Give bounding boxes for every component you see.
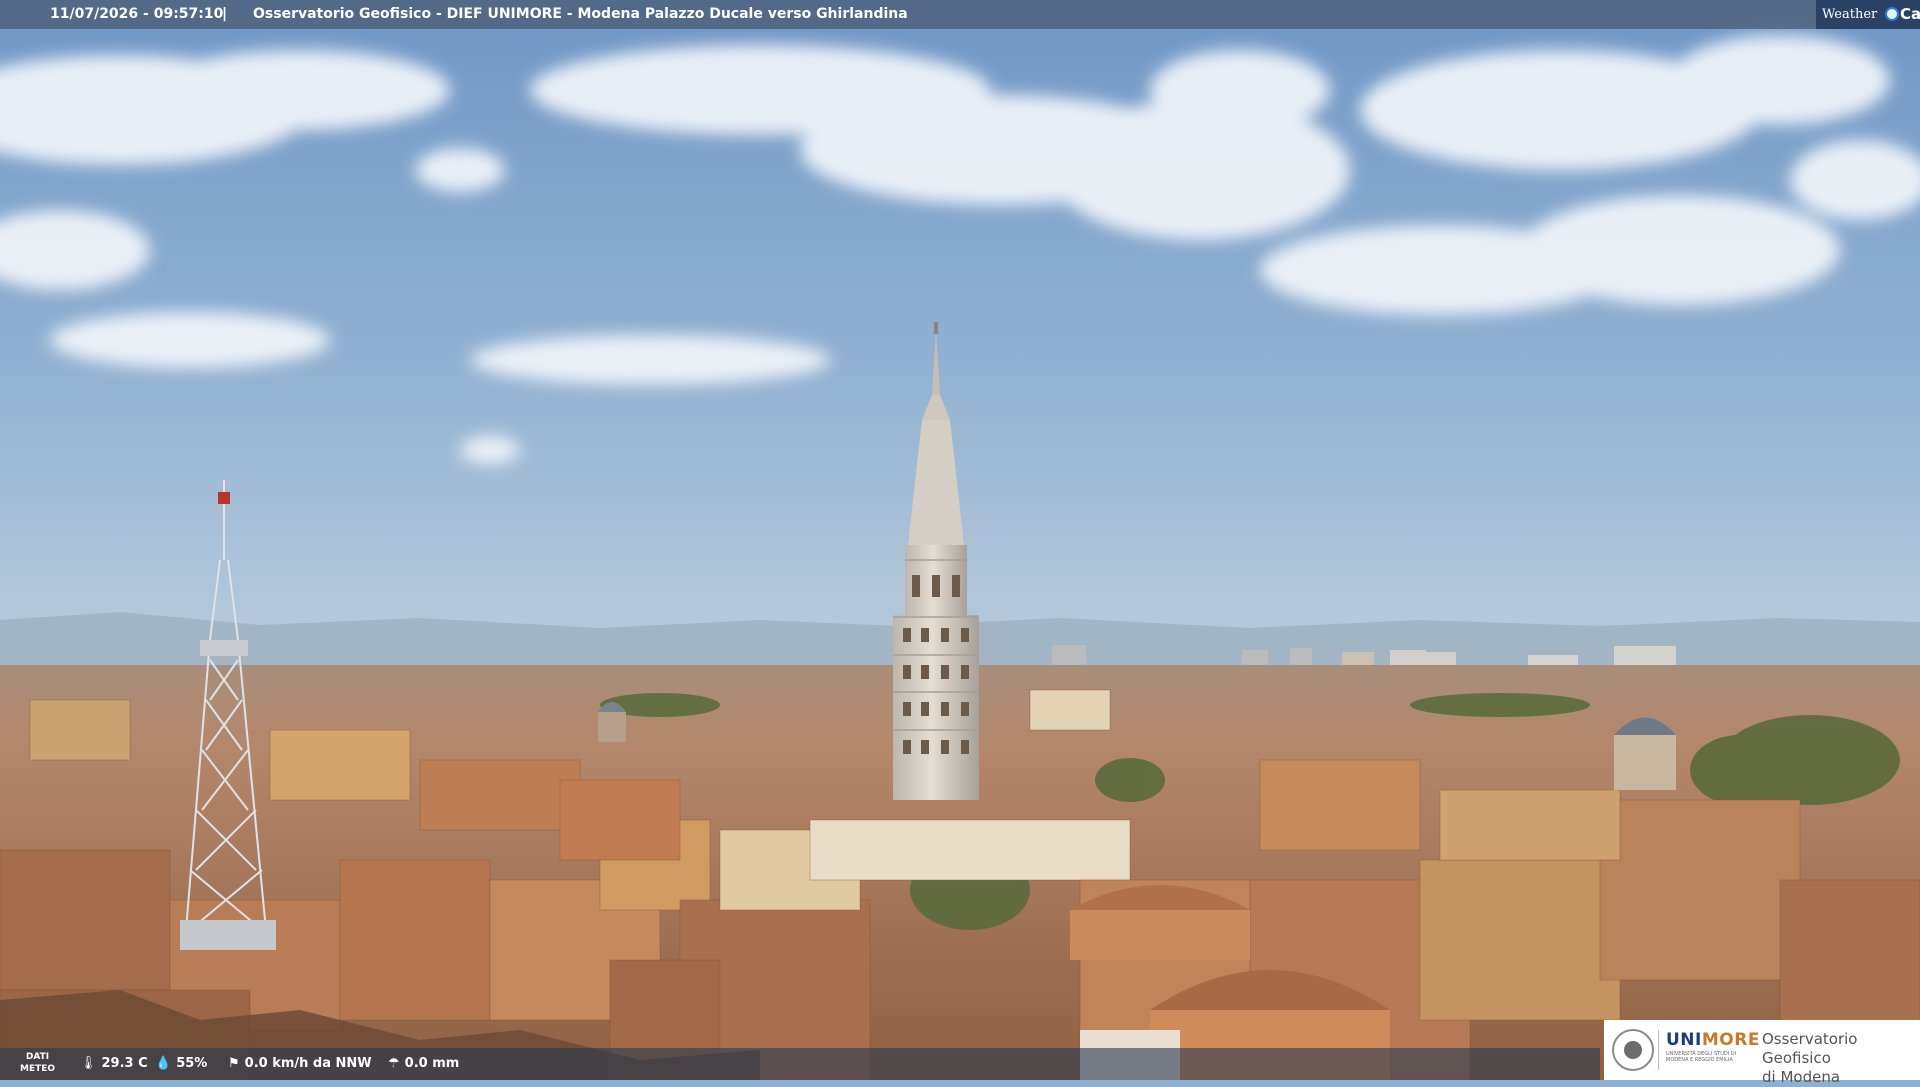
thermometer-icon: 🌡 <box>80 1056 97 1071</box>
logo-divider <box>1658 1030 1659 1070</box>
weathercam-logo-word: Weather <box>1822 7 1878 22</box>
meteo-label: DATI METEO <box>20 1052 56 1074</box>
weathercam-logo: Weather Cam <box>1816 0 1920 29</box>
timestamp: 11/07/2026 - 09:57:10 <box>50 6 224 22</box>
unimore-subtitle: UNIVERSITÀ DEGLI STUDI DI MODENA E REGGI… <box>1666 1051 1737 1063</box>
wind-icon: ⚑ <box>228 1056 240 1071</box>
rain-reading: ☂ 0.0 mm <box>388 1056 460 1071</box>
unimore-brand: UNIMORE <box>1666 1030 1760 1050</box>
weathercam-logo-dot-icon <box>1885 7 1899 21</box>
weathercam-logo-cam: Cam <box>1900 5 1920 23</box>
university-seal-icon <box>1612 1029 1654 1071</box>
humidity-drop-icon: 💧 <box>155 1056 172 1071</box>
temperature-reading: 🌡 29.3 C <box>80 1056 148 1071</box>
camera-info-bar: 11/07/2026 - 09:57:10 | Osservatorio Geo… <box>0 0 1920 29</box>
observatory-name: Osservatorio Geofisico di Modena <box>1762 1030 1858 1086</box>
webcam-city-view <box>0 0 1920 1080</box>
separator: | <box>222 6 228 22</box>
meteo-data-bar: DATI METEO 🌡 29.3 C 💧 55% ⚑ 0.0 km/h da NNW… <box>0 1048 1600 1080</box>
rain-icon: ☂ <box>388 1056 400 1071</box>
camera-title: Osservatorio Geofisico - DIEF UNIMORE - … <box>253 6 908 22</box>
wind-reading: ⚑ 0.0 km/h da NNW <box>228 1056 372 1071</box>
humidity-reading: 💧 55% <box>155 1056 208 1071</box>
unimore-logo: UNIMORE UNIVERSITÀ DEGLI STUDI DI MODENA… <box>1604 1020 1920 1086</box>
